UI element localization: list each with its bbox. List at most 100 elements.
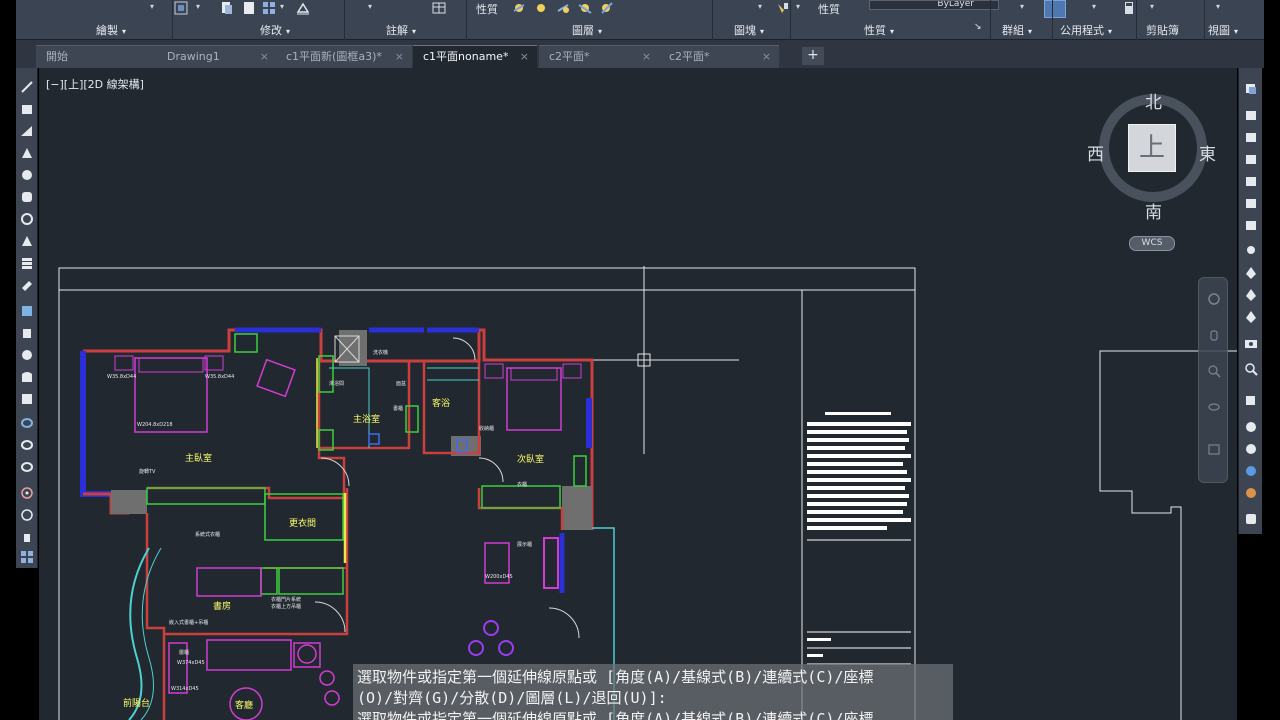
union-icon[interactable] — [20, 416, 34, 430]
panel-utilities[interactable]: 公用程式 ▾ — [1060, 22, 1112, 38]
clipboard-caret-icon[interactable]: ▾ — [1150, 2, 1154, 11]
move-icon[interactable] — [242, 1, 256, 15]
blue-sphere-icon[interactable] — [1244, 464, 1258, 478]
target-icon[interactable] — [20, 486, 34, 500]
box-icon[interactable] — [1244, 130, 1258, 144]
tab-c1-noname[interactable]: c1平面noname* × — [413, 45, 537, 68]
copy-icon[interactable] — [220, 1, 234, 15]
tab-close-icon[interactable]: × — [395, 46, 404, 67]
tab-close-icon[interactable]: × — [762, 46, 771, 67]
ellipse-icon[interactable] — [20, 212, 34, 226]
panel-clipboard[interactable]: 剪貼簿 — [1146, 22, 1183, 38]
steering-wheel-icon[interactable] — [1207, 292, 1221, 306]
viewcube-top-face[interactable]: 上 — [1128, 124, 1176, 172]
pan-icon[interactable] — [20, 530, 34, 544]
array-icon[interactable] — [262, 1, 276, 15]
compass-south[interactable]: 南 — [1145, 198, 1162, 223]
tab-drawing1[interactable]: Drawing1 × — [157, 45, 277, 68]
grid-icon[interactable] — [20, 550, 34, 564]
panel-block[interactable]: 圖塊 ▾ — [734, 22, 764, 38]
panel-properties[interactable]: 性質 ▾ — [864, 22, 894, 38]
cone-icon[interactable] — [1244, 196, 1258, 210]
tab-start[interactable]: 開始 — [36, 45, 160, 68]
block-insert-icon[interactable] — [20, 256, 34, 270]
array-caret-icon[interactable]: ▾ — [280, 2, 284, 11]
layer-lock-icon[interactable] — [556, 1, 570, 15]
compass-west[interactable]: 西 — [1087, 140, 1104, 165]
extrude-icon[interactable] — [20, 326, 34, 340]
tab-c2-plan-2[interactable]: c2平面* × — [659, 45, 779, 68]
properties-dialog-launcher-icon[interactable]: ↘ — [974, 22, 982, 32]
erase-icon[interactable] — [296, 1, 310, 15]
group-select-button[interactable] — [1044, 0, 1066, 18]
orange-sphere-icon[interactable] — [1244, 486, 1258, 500]
polygon-icon[interactable] — [20, 124, 34, 138]
command-line-history[interactable]: 選取物件或指定第一個延伸線原點或 [角度(A)/基線式(B)/連續式(C)/座標… — [353, 664, 953, 720]
panel-annotation[interactable]: 註解 ▾ — [386, 22, 416, 38]
tab-c2-plan[interactable]: c2平面* × — [539, 45, 659, 68]
new-tab-button[interactable]: + — [802, 47, 824, 65]
layer-freeze-icon[interactable] — [534, 1, 548, 15]
hatch-caret-icon[interactable]: ▾ — [196, 2, 200, 11]
bylayer-caret-icon[interactable]: ▾ — [1020, 2, 1024, 11]
properties-label[interactable]: 性質 — [818, 1, 840, 17]
orbit-icon[interactable] — [20, 508, 34, 522]
render-sphere-icon[interactable] — [1244, 420, 1258, 434]
layers-palette-icon[interactable] — [1244, 82, 1258, 96]
presspull-icon[interactable] — [20, 392, 34, 406]
tab-close-icon[interactable]: × — [260, 46, 269, 67]
distant-light-icon[interactable] — [1244, 310, 1258, 324]
layer-iso-icon[interactable] — [600, 1, 614, 15]
revolve-icon[interactable] — [20, 348, 34, 362]
layer-on-icon[interactable] — [512, 1, 526, 15]
annotation-caret-icon[interactable]: ▾ — [368, 2, 372, 11]
spline-icon[interactable] — [20, 234, 34, 248]
draw-more-caret-icon[interactable]: ▾ — [150, 2, 154, 11]
light-icon[interactable] — [1244, 244, 1258, 258]
polyline-icon[interactable] — [20, 102, 34, 116]
table-icon[interactable] — [432, 1, 446, 15]
intersect-icon[interactable] — [20, 460, 34, 474]
view-caret-icon[interactable]: ▾ — [1216, 2, 1220, 11]
tab-close-icon[interactable]: × — [520, 46, 529, 67]
sweep-icon[interactable] — [20, 304, 34, 318]
zoom-extents-icon[interactable] — [1207, 364, 1221, 378]
bylayer-dropdown[interactable]: ByLayer — [869, 0, 999, 10]
compass-east[interactable]: 東 — [1199, 140, 1216, 165]
panel-view[interactable]: 視圖 ▾ — [1208, 22, 1238, 38]
panel-modify[interactable]: 修改 ▾ — [260, 22, 290, 38]
cylinder-icon[interactable] — [1244, 174, 1258, 188]
calculator-icon[interactable] — [1122, 1, 1136, 15]
settings-icon[interactable] — [1244, 512, 1258, 526]
tab-c1-frame[interactable]: c1平面新(圖框a3)* × — [276, 45, 412, 68]
material-icon[interactable] — [1244, 394, 1258, 408]
subtract-icon[interactable] — [20, 438, 34, 452]
point-light-icon[interactable] — [1244, 266, 1258, 280]
block-caret-icon[interactable]: ▾ — [758, 2, 762, 11]
line-icon[interactable] — [20, 80, 34, 94]
showmotion-icon[interactable] — [1207, 442, 1221, 456]
layer-properties-label[interactable]: 性質 — [476, 1, 498, 17]
hatch-icon[interactable] — [174, 1, 188, 15]
loft-icon[interactable] — [20, 370, 34, 384]
utilities-caret-icon[interactable]: ▾ — [1092, 2, 1096, 11]
floor-plan-drawing[interactable]: 主臥室 主浴室 客浴 次臥室 更衣間 書房 客廳 前陽台 W35.8xD44 W… — [39, 68, 1237, 720]
drawing-viewport[interactable]: [−][上][2D 線架構] 主臥室 主浴室 客浴 次臥室 更衣間 書房 客廳 … — [39, 68, 1237, 720]
eraser-icon[interactable] — [20, 278, 34, 292]
panel-draw[interactable]: 繪製 ▾ — [96, 22, 126, 38]
pan-hand-icon[interactable] — [1207, 328, 1221, 342]
zoom-icon[interactable] — [1244, 362, 1258, 376]
rectangle-icon[interactable] — [20, 146, 34, 160]
match-properties-icon[interactable] — [776, 1, 790, 15]
orbit-nav-icon[interactable] — [1207, 400, 1221, 414]
panel-groups[interactable]: 群組 ▾ — [1002, 22, 1032, 38]
wcs-menu[interactable]: WCS — [1129, 236, 1175, 251]
spot-light-icon[interactable] — [1244, 288, 1258, 302]
circle-icon[interactable] — [20, 168, 34, 182]
cube-icon[interactable] — [1244, 108, 1258, 122]
camera-icon[interactable] — [1244, 336, 1258, 350]
sphere-icon[interactable] — [1244, 442, 1258, 456]
wedge-icon[interactable] — [1244, 152, 1258, 166]
match-caret-icon[interactable]: ▾ — [796, 2, 800, 11]
panel-layers[interactable]: 圖層 ▾ — [572, 22, 602, 38]
